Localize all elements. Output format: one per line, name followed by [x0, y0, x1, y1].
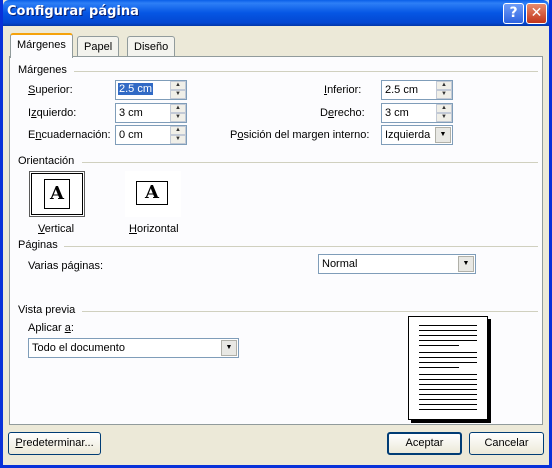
- spin-up-icon[interactable]: ▲: [170, 81, 186, 90]
- inferior-value[interactable]: 2.5 cm: [385, 84, 418, 96]
- portrait-page-icon: A: [44, 179, 70, 209]
- superior-spinner[interactable]: 2.5 cm ▲ ▼: [115, 80, 187, 100]
- group-divider: [64, 246, 538, 247]
- page-preview: [408, 316, 488, 420]
- superior-label: Superior:: [28, 84, 73, 96]
- derecho-spinner[interactable]: 3 cm ▲ ▼: [381, 103, 453, 123]
- pages-group-label: Páginas: [18, 239, 58, 251]
- multiple-pages-label: Varias páginas:: [28, 260, 104, 272]
- posicion-select[interactable]: Izquierda ▼: [381, 125, 453, 145]
- spin-down-icon[interactable]: ▼: [436, 113, 452, 122]
- group-divider: [82, 311, 538, 312]
- izquierdo-spinner[interactable]: 3 cm ▲ ▼: [115, 103, 187, 123]
- apply-to-label: Aplicar a:: [28, 322, 74, 334]
- help-button[interactable]: ?: [503, 3, 524, 24]
- tab-label: Diseño: [134, 41, 169, 53]
- tab-margenes[interactable]: Márgenes: [10, 33, 73, 58]
- orientation-group-label: Orientación: [18, 155, 75, 167]
- close-button[interactable]: ✕: [526, 3, 547, 24]
- apply-to-value: Todo el documento: [32, 342, 125, 354]
- preview-group-label: Vista previa: [18, 304, 76, 316]
- vertical-label[interactable]: Vertical: [38, 223, 74, 235]
- spin-up-icon[interactable]: ▲: [170, 104, 186, 113]
- dialog-title: Configurar página: [7, 4, 139, 19]
- margins-group-label: Márgenes: [18, 64, 67, 76]
- tab-diseno[interactable]: Diseño: [127, 36, 176, 58]
- tab-label: Papel: [84, 41, 113, 53]
- chevron-down-icon[interactable]: ▼: [458, 256, 474, 272]
- spin-down-icon[interactable]: ▼: [436, 90, 452, 99]
- tab-papel[interactable]: Papel: [77, 36, 120, 58]
- izquierdo-value[interactable]: 3 cm: [119, 107, 143, 119]
- derecho-label: Derecho:: [320, 107, 365, 119]
- superior-value[interactable]: 2.5 cm: [118, 83, 154, 95]
- horizontal-label[interactable]: Horizontal: [129, 223, 179, 235]
- posicion-value: Izquierda: [385, 129, 431, 141]
- apply-to-select[interactable]: Todo el documento ▼: [28, 338, 239, 358]
- posicion-label: Posición del margen interno:: [230, 129, 370, 141]
- orientation-horizontal-option[interactable]: A: [125, 171, 181, 217]
- group-divider: [82, 162, 538, 163]
- page-setup-dialog: Configurar página ? ✕ Márgenes Papel Dis…: [0, 0, 552, 468]
- multiple-pages-value: Normal: [322, 258, 358, 270]
- spin-up-icon[interactable]: ▲: [436, 104, 452, 113]
- izquierdo-label: Izquierdo:: [28, 107, 77, 119]
- spin-up-icon[interactable]: ▲: [436, 81, 452, 90]
- orientation-vertical-option[interactable]: A: [29, 171, 85, 217]
- spin-down-icon[interactable]: ▼: [170, 90, 186, 99]
- spin-down-icon[interactable]: ▼: [170, 113, 186, 122]
- inferior-spinner[interactable]: 2.5 cm ▲ ▼: [381, 80, 453, 100]
- encuadernacion-value[interactable]: 0 cm: [119, 129, 143, 141]
- derecho-value[interactable]: 3 cm: [385, 107, 409, 119]
- tab-panel-margenes: Márgenes Superior: 2.5 cm ▲ ▼ Izquierdo: …: [9, 56, 543, 425]
- chevron-down-icon[interactable]: ▼: [221, 340, 237, 356]
- title-bar[interactable]: Configurar página ? ✕: [3, 0, 549, 26]
- inferior-label: Inferior:: [324, 84, 362, 96]
- ok-button[interactable]: Aceptar: [387, 432, 462, 455]
- encuadernacion-spinner[interactable]: 0 cm ▲ ▼: [115, 125, 187, 145]
- spin-down-icon[interactable]: ▼: [170, 135, 186, 144]
- cancel-button[interactable]: Cancelar: [469, 432, 544, 455]
- encuadernacion-label: Encuadernación:: [28, 129, 111, 141]
- group-divider: [74, 71, 538, 72]
- tab-label: Márgenes: [17, 39, 66, 51]
- default-button[interactable]: Predeterminar...: [8, 432, 101, 455]
- chevron-down-icon[interactable]: ▼: [435, 127, 451, 143]
- spin-up-icon[interactable]: ▲: [170, 126, 186, 135]
- multiple-pages-select[interactable]: Normal ▼: [318, 254, 476, 274]
- landscape-page-icon: A: [136, 181, 168, 205]
